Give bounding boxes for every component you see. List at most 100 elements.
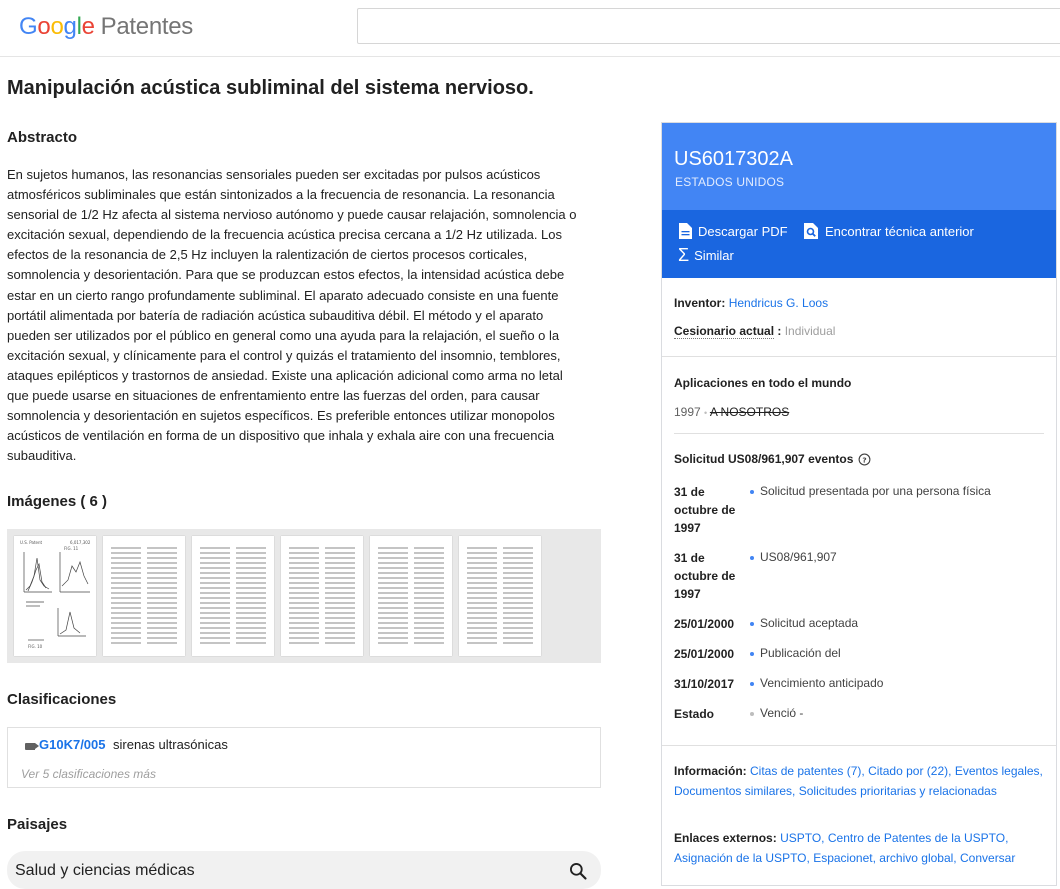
assignee-row: Cesionario actual : Individual [674, 324, 836, 339]
abstract-heading: Abstracto [7, 129, 78, 146]
event-dot-icon [750, 622, 754, 626]
image-thumbnail[interactable] [103, 536, 185, 656]
image-thumbnail[interactable]: U.S. Patent 6,017,302 FIG. 11 FIG. 10 [14, 536, 96, 656]
global-dossier-link[interactable]: archivo global, [879, 851, 956, 865]
inventor-row: Inventor: Hendricus G. Loos [674, 296, 828, 310]
divider [662, 356, 1056, 357]
event-text: Publicación del [760, 646, 841, 660]
cited-by-link[interactable]: Citado por (22), [868, 764, 951, 778]
event-dot-icon [750, 712, 754, 716]
discuss-link[interactable]: Conversar [960, 851, 1015, 865]
inventor-label: Inventor: [674, 296, 726, 310]
event-date: 31/10/2017 [674, 677, 735, 691]
uspto-assignment-link[interactable]: Asignación de la USPTO, [674, 851, 810, 865]
text-page-icon [378, 547, 444, 644]
classifications-heading: Clasificaciones [7, 691, 117, 708]
worldwide-year: 1997 [674, 405, 701, 419]
sigma-icon: Σ [678, 245, 690, 265]
landscapes-heading: Paisajes [7, 816, 68, 833]
page-title: Manipulación acústica subliminal del sis… [7, 77, 534, 99]
image-carousel: U.S. Patent 6,017,302 FIG. 11 FIG. 10 [7, 529, 601, 663]
top-bar: Google Patentes [0, 0, 1060, 57]
patent-citations-link[interactable]: Citas de patentes (7), [750, 764, 865, 778]
classifications-box: G10K7/005 sirenas ultrasónicas Ver 5 cla… [7, 727, 601, 788]
pdf-file-icon [679, 223, 692, 239]
event-text: Vencimiento anticipado [760, 676, 884, 690]
search-input[interactable] [358, 9, 1060, 43]
event-text: Solicitud presentada por una persona fís… [760, 484, 991, 498]
google-logo-text: Google [19, 13, 95, 40]
events-heading: Solicitud US08/961,907 eventos [674, 452, 854, 466]
event-text: US08/961,907 [760, 550, 837, 564]
more-classifications-link[interactable]: Ver 5 clasificaciones más [21, 767, 156, 781]
search-icon[interactable] [568, 861, 588, 881]
event-dot-icon [750, 682, 754, 686]
text-page-icon [111, 547, 177, 644]
patent-number: US6017302A [674, 148, 793, 170]
worldwide-row: 1997 • A NOSOTROS [674, 405, 789, 419]
assignee-value: Individual [784, 324, 836, 338]
help-icon[interactable]: ? [858, 453, 871, 466]
assignee-label[interactable]: Cesionario actual [674, 324, 775, 339]
text-page-icon [289, 547, 355, 644]
event-date: 31 de octubre de 1997 [674, 485, 736, 535]
search-document-icon [804, 223, 818, 239]
abstract-text: En sujetos humanos, las resonancias sens… [7, 167, 577, 464]
patent-country: ESTADOS UNIDOS [675, 175, 785, 189]
google-patents-logo[interactable]: Google Patentes [19, 13, 193, 41]
similar-documents-link[interactable]: Documentos similares, [674, 784, 795, 798]
similar-label: Similar [694, 247, 734, 263]
inventor-link[interactable]: Hendricus G. Loos [729, 296, 828, 310]
external-links: Enlaces externos: USPTO, Centro de Paten… [674, 829, 1046, 868]
find-prior-art-label: Encontrar técnica anterior [825, 223, 974, 239]
download-pdf-button[interactable]: Descargar PDF [678, 222, 788, 240]
svg-text:FIG. 11: FIG. 11 [64, 546, 79, 551]
image-thumbnail[interactable] [281, 536, 363, 656]
divider [662, 745, 1056, 746]
event-status-value: Venció - [760, 706, 804, 720]
event-text: Solicitud aceptada [760, 616, 859, 630]
image-thumbnail[interactable] [192, 536, 274, 656]
classification-code-link[interactable]: G10K7/005 [39, 737, 106, 752]
events-heading-row: Solicitud US08/961,907 eventos ? [674, 452, 871, 466]
priority-applications-link[interactable]: Solicitudes prioritarias y relacionadas [799, 784, 997, 798]
svg-text:6,017,302: 6,017,302 [70, 540, 91, 545]
worldwide-heading: Aplicaciones en todo el mundo [674, 376, 852, 390]
uspto-patent-center-link[interactable]: Centro de Patentes de la USPTO, [828, 831, 1009, 845]
download-pdf-label: Descargar PDF [698, 223, 788, 239]
uspto-link[interactable]: USPTO, [780, 831, 824, 845]
drawing-figure-icon: U.S. Patent 6,017,302 FIG. 11 FIG. 10 [20, 540, 91, 649]
event-date: 25/01/2000 [674, 617, 735, 631]
event-date: 31 de octubre de 1997 [674, 551, 736, 601]
event-dot-icon [750, 652, 754, 656]
worldwide-country-link[interactable]: A NOSOTROS [710, 405, 789, 419]
event-status-label: Estado [674, 707, 715, 721]
event-date: 25/01/2000 [674, 647, 735, 661]
product-name: Patentes [100, 13, 194, 40]
worldwide-separator: • [704, 408, 708, 418]
search-box[interactable] [357, 8, 1060, 44]
find-prior-art-button[interactable]: Encontrar técnica anterior [803, 222, 974, 240]
info-label: Información: [674, 764, 747, 778]
image-thumbnail[interactable] [370, 536, 452, 656]
image-thumbnail[interactable] [459, 536, 541, 656]
images-heading: Imágenes ( 6 ) [7, 493, 108, 510]
text-page-icon [467, 547, 533, 644]
tag-icon [25, 743, 39, 750]
legal-events-link[interactable]: Eventos legales, [955, 764, 1043, 778]
espacenet-link[interactable]: Espacionet, [813, 851, 876, 865]
patent-info-panel: US6017302A ESTADOS UNIDOS Descargar PDF … [661, 122, 1057, 886]
event-dot-icon [750, 556, 754, 560]
patent-actions: Descargar PDF Encontrar técnica anterior… [662, 210, 1056, 278]
external-label: Enlaces externos: [674, 831, 777, 845]
svg-text:?: ? [863, 455, 867, 464]
assignee-separator: : [777, 324, 782, 338]
landscape-item[interactable]: Salud y ciencias médicas [7, 851, 601, 889]
svg-text:FIG. 10: FIG. 10 [28, 644, 43, 649]
event-dot-icon [750, 490, 754, 494]
text-page-icon [200, 547, 266, 644]
similar-button[interactable]: Σ Similar [678, 246, 734, 264]
svg-text:U.S. Patent: U.S. Patent [20, 540, 43, 545]
classification-description: sirenas ultrasónicas [113, 737, 228, 752]
landscape-label: Salud y ciencias médicas [15, 862, 195, 879]
